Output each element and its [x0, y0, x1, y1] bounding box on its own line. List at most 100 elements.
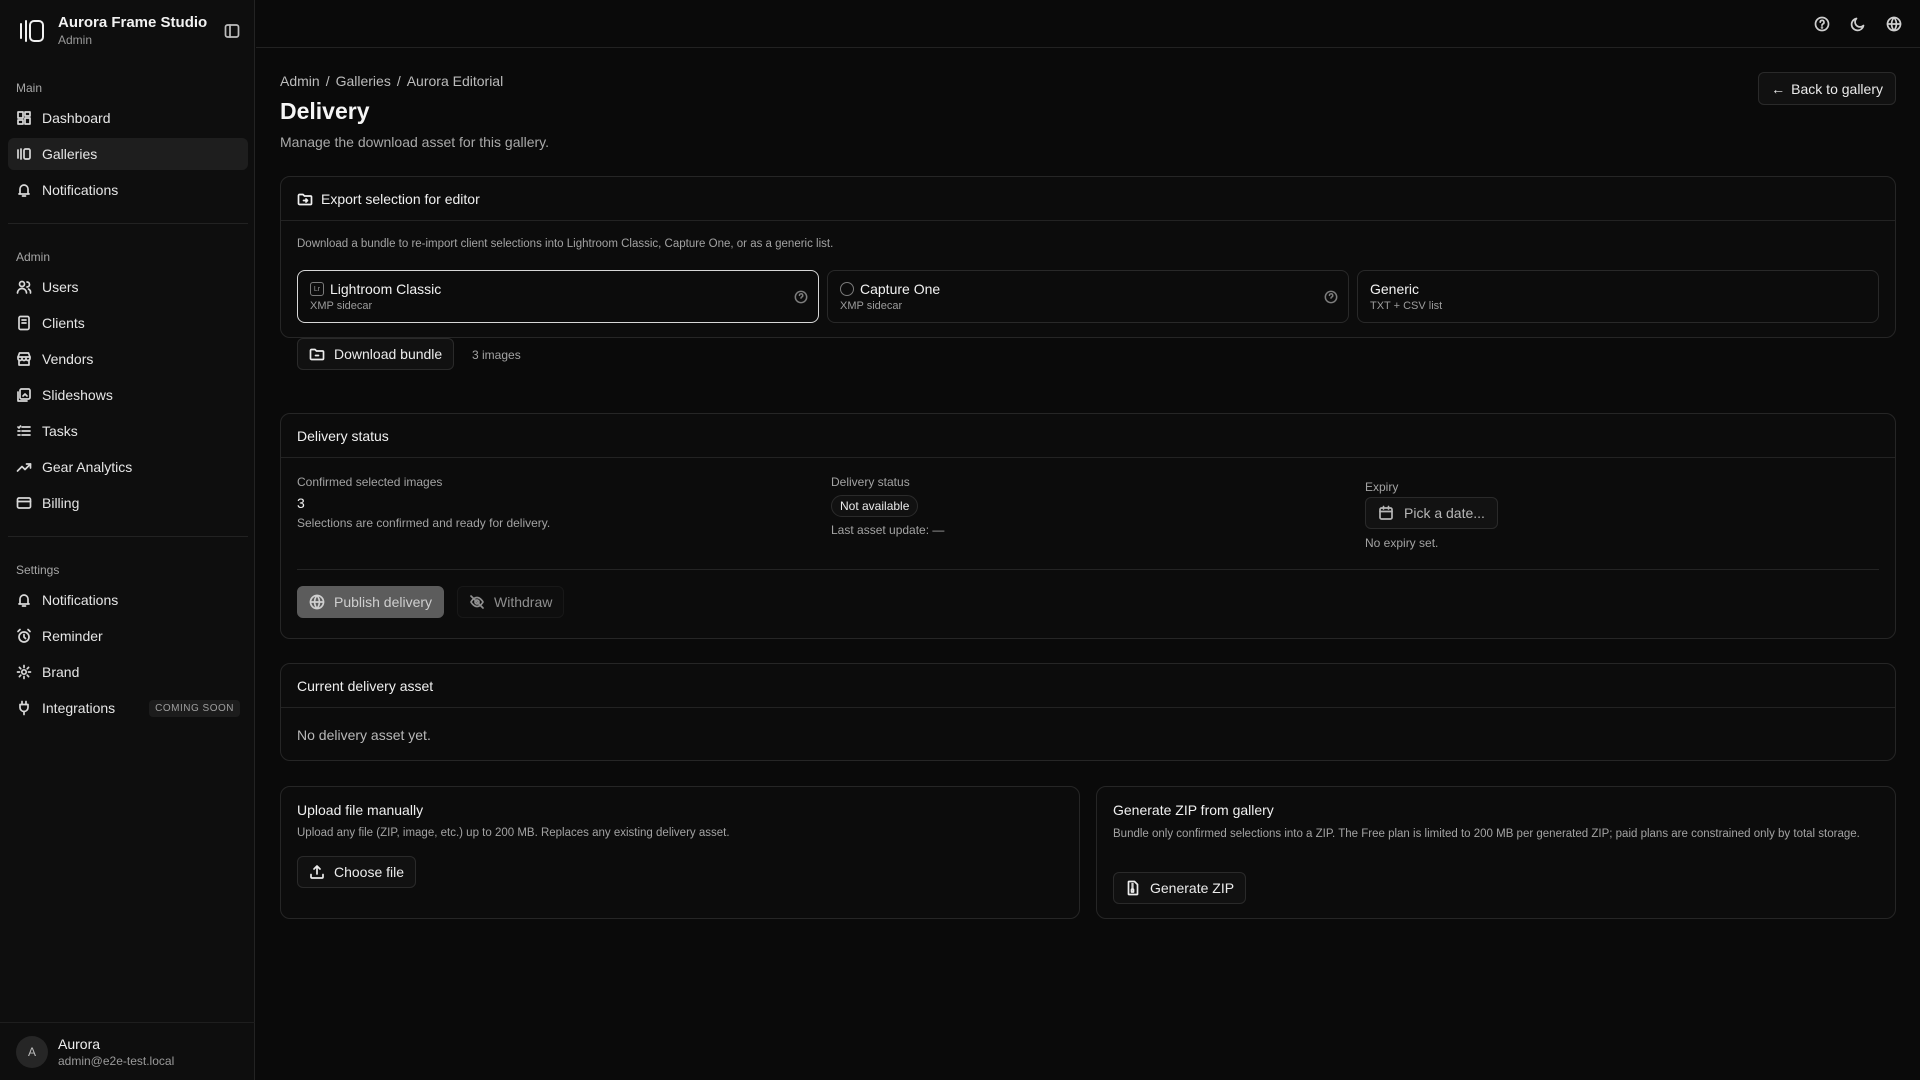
- generate-zip-card: Generate ZIP from gallery Bundle only co…: [1096, 786, 1896, 919]
- bell-icon: [18, 594, 30, 607]
- sidebar-item-gear-analytics[interactable]: Gear Analytics: [8, 451, 248, 483]
- nav-heading-main: Main: [16, 81, 43, 95]
- sidebar-item-label: Notifications: [42, 182, 119, 198]
- capture-one-icon: [840, 282, 854, 296]
- option-lightroom-classic[interactable]: Lr Lightroom Classic XMP sidecar: [297, 270, 819, 323]
- nav-heading-admin: Admin: [16, 250, 51, 264]
- delivery-status-card: Delivery status Confirmed selected image…: [280, 413, 1896, 639]
- sidebar-item-label: Billing: [42, 495, 80, 511]
- export-card-header: Export selection for editor: [281, 177, 1895, 221]
- sidebar-item-label: Gear Analytics: [42, 459, 133, 475]
- calendar-icon: [1379, 505, 1393, 520]
- trend-icon: [16, 463, 32, 472]
- nav-divider: [8, 223, 248, 224]
- option-capture-one[interactable]: Capture One XMP sidecar: [827, 270, 1349, 323]
- upload-icon: [310, 865, 324, 879]
- top-bar: [256, 0, 1920, 48]
- card-icon: [16, 497, 32, 509]
- upload-title: Upload file manually: [297, 802, 424, 818]
- brand[interactable]: Aurora Frame Studio Admin: [18, 14, 207, 47]
- current-asset-card: Current delivery asset No delivery asset…: [280, 663, 1896, 761]
- sidebar-item-label: Users: [42, 279, 79, 295]
- globe-icon[interactable]: [1886, 16, 1902, 32]
- sidebar-item-label: Brand: [42, 664, 80, 680]
- eye-off-icon: [470, 595, 484, 609]
- breadcrumb-galleries[interactable]: Galleries: [336, 73, 391, 89]
- bell-icon: [18, 184, 30, 197]
- expiry-label: Expiry: [1365, 480, 1399, 494]
- gear-icon: [16, 664, 32, 680]
- expiry-date-picker[interactable]: Pick a date...: [1365, 497, 1498, 529]
- zip-title: Generate ZIP from gallery: [1113, 802, 1274, 818]
- sidebar-item-label: Dashboard: [42, 110, 111, 126]
- alarm-icon: [17, 628, 31, 643]
- confirmed-note: Selections are confirmed and ready for d…: [297, 516, 551, 530]
- zip-description: Bundle only confirmed selections into a …: [1113, 828, 1860, 840]
- sidebar-item-label: Reminder: [42, 628, 103, 644]
- choose-file-button[interactable]: Choose file: [297, 856, 417, 888]
- generate-zip-button[interactable]: Generate ZIP: [1113, 872, 1247, 904]
- export-card: Export selection for editor Download a b…: [280, 176, 1896, 370]
- lightroom-icon: Lr: [310, 282, 324, 296]
- arrow-left-icon: ←: [1771, 80, 1786, 97]
- delivery-state-label: Delivery status: [831, 475, 910, 489]
- upload-description: Upload any file (ZIP, image, etc.) up to…: [297, 827, 730, 839]
- sidebar-item-label: Galleries: [42, 146, 98, 162]
- sidebar-item-billing[interactable]: Billing: [8, 487, 248, 519]
- user-menu[interactable]: A Aurora admin@e2e-test.local: [16, 1036, 174, 1068]
- breadcrumb: Admin / Galleries / Aurora Editorial: [280, 73, 504, 89]
- delivery-state-block: Delivery status Not available Last asset…: [831, 475, 944, 537]
- dashboard-icon: [17, 111, 31, 125]
- sidebar-item-reminder[interactable]: Reminder: [8, 620, 248, 652]
- publish-delivery-button[interactable]: Publish delivery: [297, 586, 445, 618]
- app-name: Aurora Frame Studio: [58, 14, 208, 31]
- nav-divider: [8, 536, 248, 537]
- current-asset-title: Current delivery asset: [297, 677, 434, 694]
- sidebar-item-tasks[interactable]: Tasks: [8, 415, 248, 447]
- logo-icon: [20, 19, 44, 42]
- upload-card: Upload file manually Upload any file (ZI…: [280, 786, 1080, 919]
- list-icon: [17, 425, 31, 436]
- option-generic[interactable]: Generic TXT + CSV list: [1357, 270, 1879, 323]
- sidebar-item-label: Vendors: [42, 351, 94, 367]
- sidebar-item-integrations[interactable]: Integrations COMING SOON: [8, 692, 248, 724]
- confirmed-label: Confirmed selected images: [297, 475, 443, 489]
- sidebar-item-notifications[interactable]: Notifications: [8, 174, 248, 206]
- folder-export-icon: [297, 193, 313, 205]
- sidebar-item-clients[interactable]: Clients: [8, 307, 248, 339]
- withdraw-button[interactable]: Withdraw: [457, 586, 565, 618]
- expiry-block: Expiry: [1365, 480, 1398, 494]
- nav-main: Main Dashboard Galleries Notifications: [8, 78, 248, 206]
- delivery-status-header: Delivery status: [281, 414, 1895, 458]
- delivery-status-title: Delivery status: [297, 427, 389, 444]
- help-icon[interactable]: [1324, 290, 1338, 304]
- coming-soon-badge: COMING SOON: [149, 699, 240, 717]
- status-badge: Not available: [831, 495, 919, 517]
- file-zip-icon: [1127, 880, 1139, 896]
- sidebar-item-dashboard[interactable]: Dashboard: [8, 102, 248, 134]
- sidebar-item-label: Slideshows: [42, 387, 113, 403]
- breadcrumb-admin[interactable]: Admin: [280, 73, 320, 89]
- theme-moon-icon[interactable]: [1850, 16, 1866, 32]
- sidebar-item-vendors[interactable]: Vendors: [8, 343, 248, 375]
- status-divider: [297, 569, 1879, 570]
- back-to-gallery-button[interactable]: ← Back to gallery: [1758, 72, 1896, 105]
- clients-icon: [18, 315, 30, 331]
- expiry-note: No expiry set.: [1365, 536, 1439, 550]
- sidebar-item-label: Clients: [42, 315, 85, 331]
- sidebar-item-label: Integrations: [42, 700, 116, 716]
- confirmed-value: 3: [297, 495, 305, 511]
- sidebar-item-galleries[interactable]: Galleries: [8, 138, 248, 170]
- download-bundle-button[interactable]: Download bundle: [297, 338, 455, 370]
- sidebar-item-slideshows[interactable]: Slideshows: [8, 379, 248, 411]
- slideshow-icon: [17, 388, 31, 402]
- help-icon[interactable]: [1814, 16, 1830, 32]
- sidebar-toggle-icon[interactable]: [224, 23, 240, 39]
- sidebar-item-brand[interactable]: Brand: [8, 656, 248, 688]
- sidebar-item-users[interactable]: Users: [8, 271, 248, 303]
- sidebar-item-settings-notifications[interactable]: Notifications: [8, 584, 248, 616]
- sidebar-item-label: Tasks: [42, 423, 78, 439]
- nav-settings: Settings Notifications Reminder Brand In…: [8, 560, 248, 724]
- help-icon[interactable]: [794, 290, 808, 304]
- user-name: Aurora: [58, 1036, 101, 1052]
